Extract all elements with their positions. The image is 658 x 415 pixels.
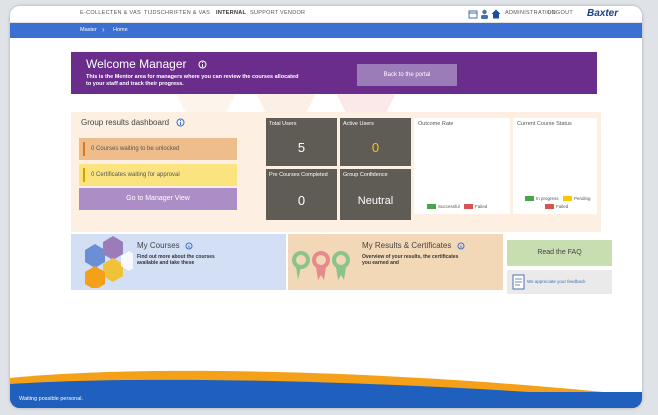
status-text: Waiting possible personal. [19,396,83,402]
tile-value: 0 [371,140,380,155]
welcome-banner: Welcome Manager This is the Mentor area … [71,52,597,94]
home-icon[interactable] [491,9,501,19]
group-results-panel: Group results dashboard 0 Courses waitin… [71,112,601,232]
baxter-logo: Baxter [587,8,619,19]
top-navigation: E-COLLECTEN & VAS TIJDSCHRIFTEN & VAS IN… [10,6,642,23]
legend-label-successful: Successful [438,204,460,209]
alert-marker [83,142,85,156]
browser-page: E-COLLECTEN & VAS TIJDSCHRIFTEN & VAS IN… [10,6,642,408]
read-faq-button[interactable]: Read the FAQ [507,240,612,266]
hexagon-art [85,236,133,288]
feedback-link[interactable]: We appreciate your feedback [527,279,585,284]
certificates-approval-banner[interactable]: 0 Certificates waiting for approval [79,164,237,186]
feedback-box[interactable]: We appreciate your feedback [507,270,612,294]
nav-link-internal[interactable]: INTERNAL [216,10,246,16]
nav-link-tijdschriften[interactable]: TIJDSCHRIFTEN & VAS [144,10,210,16]
legend-label-pending: Pending [574,196,591,201]
chart-title: Current Course Status [517,121,572,127]
tile-label: Active Users [343,121,374,127]
welcome-title: Welcome Manager [86,57,207,71]
my-results-title: My Results & Certificates [362,241,465,250]
tile-active-users: Active Users 0 [340,118,411,166]
my-courses-desc-line2: available and take these [137,260,195,266]
tile-value: 5 [297,140,306,155]
go-to-manager-view-button[interactable]: Go to Manager View [79,188,237,210]
note-icon [512,274,525,290]
my-courses-title: My Courses [137,241,193,250]
chart-title: Outcome Rate [418,121,454,127]
certificates-approval-text: 0 Certificates waiting for approval [91,172,180,178]
calendar-icon[interactable] [468,9,478,19]
info-icon[interactable] [176,118,185,127]
nav-link-ecollecten[interactable]: E-COLLECTEN & VAS [80,10,141,16]
legend-swatch-pending [563,196,572,201]
tile-label: Group Confidence [343,172,388,178]
breadcrumb-home[interactable]: Home [113,27,128,33]
outcome-rate-chart: Outcome Rate Successful Failed [414,118,510,214]
logout-link[interactable]: LOGOUT [548,10,573,16]
ribbon-art [292,251,350,280]
my-results-desc-line2: you earned and [362,260,399,266]
nav-link-vendor[interactable]: VENDOR [280,10,305,16]
my-courses-card[interactable]: My Courses Find out more about the cours… [71,234,286,290]
legend-label-failed: Failed [556,204,569,209]
course-status-chart: Current Course Status In progress Pendin… [513,118,597,214]
breadcrumb-bar: Master › Home [10,23,642,38]
alert-marker [83,168,85,182]
group-results-title: Group results dashboard [81,118,185,127]
tile-label: Total Users [269,121,297,127]
tile-value: Neutral [357,195,394,207]
courses-unlock-banner[interactable]: 0 Courses waiting to be unlocked [79,138,237,160]
legend-swatch-successful [427,204,436,209]
nav-link-support[interactable]: SUPPORT [250,10,279,16]
welcome-subtitle-line2: to your staff and track their progress. [86,81,184,87]
courses-unlock-text: 0 Courses waiting to be unlocked [91,146,180,152]
info-icon[interactable] [457,242,465,250]
tile-value: 0 [297,193,306,208]
status-bar: Waiting possible personal. [10,392,642,408]
my-results-card[interactable]: My Results & Certificates Overview of yo… [288,234,503,290]
tile-total-users: Total Users 5 [266,118,337,166]
legend-swatch-failed [464,204,473,209]
legend-swatch-failed [545,204,554,209]
chevron-right-icon: › [102,25,105,34]
breadcrumb-master[interactable]: Master [80,27,97,33]
legend-swatch-in-progress [525,196,534,201]
tile-pre-courses: Pre Courses Completed 0 [266,169,337,220]
tile-label: Pre Courses Completed [269,172,328,178]
back-to-portal-button[interactable]: Back to the portal [357,64,457,86]
info-icon[interactable] [185,242,193,250]
tile-group-confidence: Group Confidence Neutral [340,169,411,220]
legend-label-failed: Failed [475,204,488,209]
user-icon[interactable] [480,9,489,19]
welcome-subtitle-line1: This is the Mentor area for managers whe… [86,74,299,80]
info-icon[interactable] [198,60,207,69]
legend-label-in-progress: In progress [536,196,559,201]
